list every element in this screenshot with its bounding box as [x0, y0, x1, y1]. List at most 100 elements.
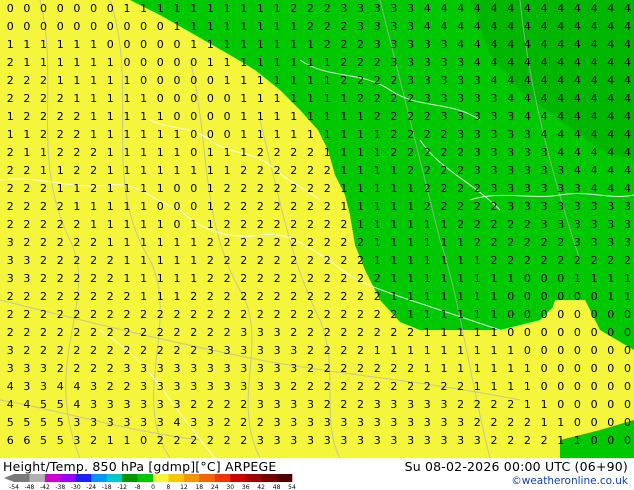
temperature-label: 2 [340, 344, 347, 357]
temperature-label: 2 [57, 272, 64, 285]
temperature-label: 2 [207, 254, 214, 267]
temperature-label: 1 [140, 200, 147, 213]
temperature-label: 2 [274, 236, 281, 249]
temperature-label: 3 [190, 380, 197, 393]
temperature-label: 2 [40, 182, 47, 195]
temperature-label: 3 [557, 164, 564, 177]
temperature-label: 3 [340, 2, 347, 15]
temperature-label: 1 [474, 272, 481, 285]
temperature-label: 1 [274, 20, 281, 33]
temperature-label: 4 [57, 380, 64, 393]
temperature-label: 3 [441, 110, 448, 123]
temperature-map: 0 0 0 0 0 0 0 1 1 1 1 1 1 1 1 1 1 2 2 2 3 3 3 3 3 4 4 4 4 4 4 4 4 4 4 4 4 40 0… [0, 0, 634, 458]
temperature-label: 2 [491, 200, 498, 213]
temperature-label: 1 [107, 56, 114, 69]
temperature-label: 2 [274, 218, 281, 231]
temperature-label: 1 [407, 182, 414, 195]
temperature-label: 1 [390, 236, 397, 249]
temperature-label: 1 [157, 2, 164, 15]
temperature-label: 2 [441, 164, 448, 177]
temperature-label: 0 [190, 146, 197, 159]
temperature-label: 1 [407, 236, 414, 249]
temperature-label: 2 [224, 218, 231, 231]
temperature-label: 2 [324, 290, 331, 303]
temperature-label: 0 [174, 38, 181, 51]
temperature-label: 2 [474, 218, 481, 231]
temperature-label: 1 [624, 290, 631, 303]
temperature-label: 3 [290, 344, 297, 357]
temperature-label: 2 [474, 182, 481, 195]
temperature-label: 2 [374, 110, 381, 123]
temperature-label: 0 [607, 380, 614, 393]
temperature-label: 2 [324, 182, 331, 195]
temperature-label: 4 [591, 38, 598, 51]
temperature-label: 2 [340, 308, 347, 321]
temperature-label: 4 [607, 56, 614, 69]
scale-tick-label: 48 [273, 484, 281, 490]
temperature-label: 4 [541, 38, 548, 51]
temperature-label: 4 [574, 128, 581, 141]
temperature-label: 2 [541, 254, 548, 267]
temperature-label: 1 [107, 146, 114, 159]
temperature-label: 6 [23, 434, 30, 447]
map-canvas[interactable]: 0000000111111111122233333444444444444400… [0, 0, 634, 458]
temperature-label: 1 [207, 218, 214, 231]
temperature-label: 1 [90, 128, 97, 141]
temperature-label: 3 [491, 110, 498, 123]
temperature-label: 3 [424, 74, 431, 87]
temperature-label: 1 [107, 74, 114, 87]
scale-swatch [276, 474, 293, 482]
temperature-label: 1 [424, 272, 431, 285]
temperature-label: 3 [574, 182, 581, 195]
temperature-label: 4 [607, 110, 614, 123]
temperature-label: 3 [474, 434, 481, 447]
scale-swatch [75, 474, 92, 482]
temperature-label: 2 [390, 380, 397, 393]
temperature-label: 4 [524, 20, 531, 33]
temperature-label: 2 [57, 218, 64, 231]
temperature-label: 1 [157, 218, 164, 231]
temperature-label: 1 [274, 56, 281, 69]
temperature-label: 1 [474, 254, 481, 267]
credit-link[interactable]: ©weatheronline.co.uk [511, 475, 628, 487]
temperature-label: 2 [73, 290, 80, 303]
temperature-label: 2 [607, 254, 614, 267]
temperature-label: 4 [607, 20, 614, 33]
temperature-label: 3 [524, 146, 531, 159]
temperature-label: 3 [73, 416, 80, 429]
temperature-label: 2 [90, 272, 97, 285]
temperature-label: 4 [424, 2, 431, 15]
temperature-label: 1 [124, 2, 131, 15]
temperature-label: 0 [524, 272, 531, 285]
temperature-label: 0 [190, 128, 197, 141]
temperature-label: 1 [207, 38, 214, 51]
temperature-label: 2 [90, 326, 97, 339]
temperature-label: 1 [290, 74, 297, 87]
temperature-label: 2 [457, 146, 464, 159]
temperature-label: 1 [7, 38, 14, 51]
temperature-label: 3 [90, 398, 97, 411]
temperature-label: 3 [7, 344, 14, 357]
temperature-label: 2 [207, 398, 214, 411]
temperature-label: 5 [40, 416, 47, 429]
temperature-label: 2 [90, 434, 97, 447]
temperature-label: 3 [574, 200, 581, 213]
temperature-label: 1 [424, 344, 431, 357]
scale-swatch [153, 474, 169, 482]
temperature-label: 4 [624, 128, 631, 141]
temperature-label: 0 [140, 20, 147, 33]
temperature-label: 4 [507, 38, 514, 51]
temperature-label: 1 [190, 236, 197, 249]
temperature-label: 1 [190, 164, 197, 177]
temperature-label: 1 [124, 128, 131, 141]
temperature-label: 2 [7, 218, 14, 231]
temperature-label: 1 [23, 38, 30, 51]
temperature-label: 2 [124, 326, 131, 339]
scale-tick-label: -30 [71, 484, 81, 490]
temperature-label: 3 [7, 236, 14, 249]
temperature-label: 3 [541, 200, 548, 213]
temperature-label: 1 [407, 290, 414, 303]
temperature-label: 2 [307, 290, 314, 303]
temperature-label: 2 [174, 326, 181, 339]
temperature-label: 2 [207, 308, 214, 321]
